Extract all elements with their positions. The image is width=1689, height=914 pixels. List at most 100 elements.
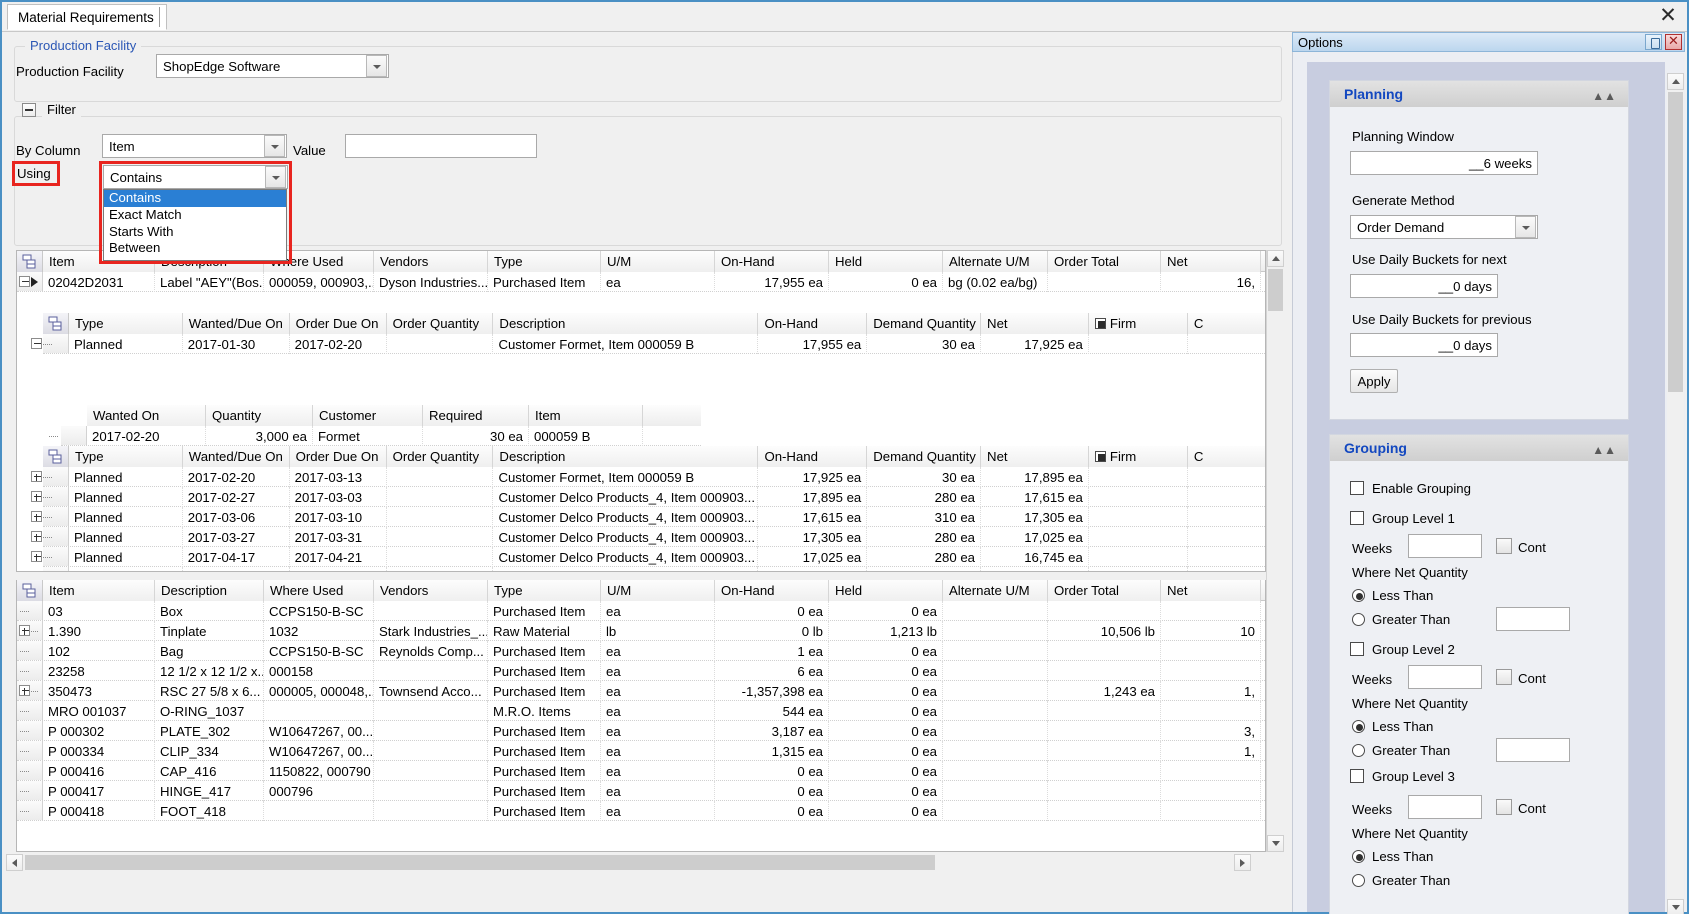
using-dropdown-list[interactable]: Contains Exact Match Starts With Between: [103, 189, 287, 261]
row-header[interactable]: [17, 721, 43, 740]
group-level-3-weeks-input[interactable]: [1408, 795, 1482, 819]
col-on-hand[interactable]: On-Hand: [758, 446, 868, 467]
col-customer[interactable]: Customer: [313, 405, 423, 426]
table-row[interactable]: P 000334 CLIP_334 W10647267, 00... Purchase…: [17, 741, 1265, 761]
col-um[interactable]: U/M: [601, 580, 715, 601]
options-vertical-scrollbar[interactable]: [1667, 73, 1684, 914]
grid-vertical-scrollbar[interactable]: [1266, 250, 1284, 852]
col-firm[interactable]: Firm: [1088, 313, 1188, 334]
group-level-2-cont-swatch[interactable]: [1496, 669, 1512, 685]
row-header[interactable]: [17, 741, 43, 760]
expand-row-icon[interactable]: [31, 511, 42, 522]
row-header[interactable]: [17, 681, 43, 700]
col-order-due-on[interactable]: Order Due On: [289, 313, 387, 334]
close-icon[interactable]: ✕: [1665, 34, 1682, 50]
group-level-3-cont-swatch[interactable]: [1496, 799, 1512, 815]
col-held[interactable]: Held: [829, 251, 943, 272]
table-row[interactable]: 2017-02-20 3,000 ea Formet 30 ea 000059 …: [49, 426, 701, 446]
col-item[interactable]: Item: [529, 405, 643, 426]
table-row[interactable]: P 000302 PLATE_302 W10647267, 00... Purchas…: [17, 721, 1265, 741]
col-type[interactable]: Type: [488, 251, 601, 272]
row-header[interactable]: [31, 527, 69, 546]
row-header[interactable]: [43, 567, 69, 571]
table-row[interactable]: 350473 RSC 27 5/8 x 6... 000005, 000048,..…: [17, 681, 1265, 701]
by-column-combo[interactable]: Item: [102, 134, 287, 158]
table-row[interactable]: 102 Bag CCPS150-B-SC Reynolds Comp... Purcha…: [17, 641, 1265, 661]
row-header[interactable]: [17, 272, 43, 291]
table-row[interactable]: Planned 2017-03-06 2017-03-10 Customer Delc…: [31, 507, 1265, 527]
col-net[interactable]: Net: [1161, 251, 1261, 272]
chevron-down-icon[interactable]: [1515, 216, 1536, 238]
group-level-1-greater-than-radio[interactable]: [1352, 613, 1365, 626]
col-um[interactable]: U/M: [601, 251, 715, 272]
table-row[interactable]: 23258 12 1/2 x 12 1/2 x... 000158 Purchased…: [17, 661, 1265, 681]
using-option-exact-match[interactable]: Exact Match: [104, 207, 286, 224]
planning-panel-header[interactable]: Planning ▲▲: [1330, 81, 1628, 107]
col-wanted-due-on[interactable]: Wanted/Due On: [182, 446, 290, 467]
col-where-used[interactable]: Where Used: [264, 580, 374, 601]
group-level-1-threshold-input[interactable]: [1496, 607, 1570, 631]
scroll-down-button[interactable]: [1667, 899, 1684, 914]
table-row[interactable]: P 000417 HINGE_417 000796 Purchased Item ea 0…: [17, 781, 1265, 801]
scroll-right-button[interactable]: [1234, 854, 1251, 871]
scroll-thumb[interactable]: [1268, 269, 1283, 311]
table-row[interactable]: MRO 001037 O-RING_1037 M.R.O. Items ea 544 e…: [17, 701, 1265, 721]
group-level-1-cont-swatch[interactable]: [1496, 538, 1512, 554]
col-description[interactable]: Description: [493, 313, 759, 334]
col-net[interactable]: Net: [981, 446, 1089, 467]
table-row[interactable]: P 000416 CAP_416 1150822, 000790 Purchased …: [17, 761, 1265, 781]
main-grid[interactable]: Item Description Where Used Vendors Type…: [16, 250, 1266, 572]
row-header[interactable]: [31, 334, 69, 353]
group-level-2-greater-than-radio[interactable]: [1352, 744, 1365, 757]
row-header[interactable]: [17, 801, 43, 820]
planning-window-input[interactable]: __6 weeks: [1350, 151, 1538, 175]
row-header[interactable]: [17, 781, 43, 800]
col-on-hand[interactable]: On-Hand: [758, 313, 868, 334]
col-held[interactable]: Held: [829, 580, 943, 601]
col-type[interactable]: Type: [69, 446, 183, 467]
tab-material-requirements[interactable]: Material Requirements: [7, 4, 167, 30]
group-level-3-checkbox[interactable]: [1350, 769, 1364, 783]
col-net[interactable]: Net: [1161, 580, 1261, 601]
collapse-row-icon[interactable]: [31, 338, 42, 349]
grid-layout-icon[interactable]: [17, 251, 43, 272]
col-quantity[interactable]: Quantity: [206, 405, 313, 426]
row-header[interactable]: [31, 467, 69, 486]
col-required[interactable]: Required: [423, 405, 529, 426]
col-order-quantity[interactable]: Order Quantity: [386, 446, 494, 467]
col-vendors[interactable]: Vendors: [374, 251, 488, 272]
row-header[interactable]: [17, 761, 43, 780]
expand-row-icon[interactable]: [31, 531, 42, 542]
chevron-down-icon[interactable]: [366, 55, 387, 77]
col-wanted-due-on[interactable]: Wanted/Due On: [182, 313, 290, 334]
table-row[interactable]: Planned 2017-02-27 2017-03-03 Customer Delc…: [31, 487, 1265, 507]
grid-horizontal-scrollbar[interactable]: [6, 854, 1282, 871]
using-option-starts-with[interactable]: Starts With: [104, 224, 286, 241]
apply-button[interactable]: Apply: [1350, 369, 1398, 393]
col-firm[interactable]: Firm: [1088, 446, 1188, 467]
row-header[interactable]: [31, 487, 69, 506]
expand-row-icon[interactable]: [31, 471, 42, 482]
grid-layout-icon[interactable]: [17, 580, 43, 601]
scroll-thumb-horizontal[interactable]: [25, 855, 935, 870]
group-level-1-less-than-radio[interactable]: [1352, 589, 1365, 602]
row-header[interactable]: [17, 601, 43, 620]
group-level-2-less-than-radio[interactable]: [1352, 720, 1365, 733]
col-wanted-on[interactable]: Wanted On: [87, 405, 206, 426]
grouping-panel-header[interactable]: Grouping ▲▲: [1330, 435, 1628, 461]
group-level-3-greater-than-radio[interactable]: [1352, 874, 1365, 887]
scroll-up-button[interactable]: [1267, 250, 1284, 267]
value-input[interactable]: [345, 134, 537, 158]
row-header[interactable]: [31, 507, 69, 526]
bottom-grid[interactable]: Item Description Where Used Vendors Type…: [16, 580, 1266, 852]
col-net[interactable]: Net: [981, 313, 1089, 334]
col-order-quantity[interactable]: Order Quantity: [386, 313, 494, 334]
col-order-due-on[interactable]: Order Due On: [289, 446, 387, 467]
collapse-row-icon[interactable]: [19, 276, 30, 287]
generate-method-combo[interactable]: Order Demand: [1350, 215, 1538, 239]
col-type[interactable]: Type: [69, 313, 183, 334]
group-level-1-weeks-input[interactable]: [1408, 534, 1482, 558]
chevron-down-icon[interactable]: [264, 135, 285, 157]
expand-row-icon[interactable]: [31, 571, 42, 572]
col-on-hand[interactable]: On-Hand: [715, 251, 829, 272]
